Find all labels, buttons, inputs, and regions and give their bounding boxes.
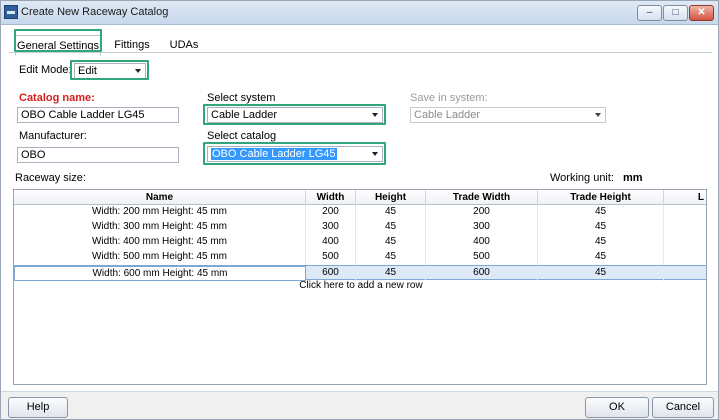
raceway-size-label: Raceway size: — [15, 172, 86, 184]
table-cell[interactable]: 200 — [306, 205, 356, 220]
table-cell[interactable]: 300 — [306, 220, 356, 235]
edit-mode-label: Edit Mode: — [19, 64, 72, 76]
cancel-button[interactable]: Cancel — [652, 397, 714, 418]
table-cell[interactable]: Width: 300 mm Height: 45 mm — [14, 220, 306, 235]
table-cell[interactable]: Width: 500 mm Height: 45 mm — [14, 250, 306, 265]
column-header-truncated[interactable]: L — [664, 190, 706, 205]
manufacturer-field[interactable]: OBO — [17, 147, 179, 163]
table-cell[interactable]: 300 — [426, 220, 538, 235]
table-cell[interactable]: 45 — [356, 250, 426, 265]
table-cell[interactable]: 600 — [426, 266, 538, 281]
edit-mode-highlight — [70, 60, 149, 80]
table-cell[interactable]: 45 — [356, 266, 426, 281]
window-title: Create New Raceway Catalog — [21, 6, 169, 18]
select-system-label: Select system — [207, 92, 276, 104]
table-cell[interactable]: 45 — [356, 235, 426, 250]
minimize-button[interactable]: – — [637, 5, 662, 21]
table-cell[interactable]: 400 — [306, 235, 356, 250]
grid-header: Name Width Height Trade Width Trade Heig… — [14, 190, 706, 205]
catalog-name-field[interactable]: OBO Cable Ladder LG45 — [17, 107, 179, 123]
add-new-row-link[interactable]: Click here to add a new row — [14, 280, 706, 291]
column-header-trade-width[interactable]: Trade Width — [426, 190, 538, 205]
tab-divider — [9, 52, 712, 53]
ok-button[interactable]: OK — [585, 397, 649, 418]
close-button[interactable]: ✕ — [689, 5, 714, 21]
column-header-width[interactable]: Width — [306, 190, 356, 205]
working-unit-label: Working unit: — [550, 172, 614, 184]
table-cell[interactable]: 45 — [538, 205, 664, 220]
table-cell[interactable]: 45 — [538, 250, 664, 265]
table-cell[interactable]: 45 — [538, 220, 664, 235]
dialog-footer: Help OK Cancel — [1, 391, 718, 419]
table-cell[interactable]: 200 — [426, 205, 538, 220]
catalog-name-label: Catalog name: — [19, 92, 95, 104]
manufacturer-label: Manufacturer: — [19, 130, 87, 142]
save-in-system-dropdown: Cable Ladder — [410, 107, 606, 123]
save-in-system-value: Cable Ladder — [414, 109, 481, 121]
save-in-system-label: Save in system: — [410, 92, 488, 104]
table-cell[interactable]: Width: 600 mm Height: 45 mm — [14, 266, 306, 281]
table-cell[interactable]: Width: 200 mm Height: 45 mm — [14, 205, 306, 220]
table-cell[interactable]: 45 — [356, 220, 426, 235]
column-header-height[interactable]: Height — [356, 190, 426, 205]
column-header-name[interactable]: Name — [14, 190, 306, 205]
select-catalog-label: Select catalog — [207, 130, 277, 142]
table-cell[interactable]: 500 — [306, 250, 356, 265]
table-cell[interactable]: 500 — [426, 250, 538, 265]
column-header-trade-height[interactable]: Trade Height — [538, 190, 664, 205]
dialog-window: Create New Raceway Catalog – □ ✕ General… — [0, 0, 719, 420]
table-row[interactable]: Width: 200 mm Height: 45 mm 200 45 200 45 — [14, 205, 706, 220]
table-row[interactable]: Width: 600 mm Height: 45 mm 600 45 600 45 — [14, 265, 706, 281]
help-button[interactable]: Help — [8, 397, 68, 418]
raceway-size-grid[interactable]: Name Width Height Trade Width Trade Heig… — [13, 189, 707, 385]
title-bar[interactable]: Create New Raceway Catalog – □ ✕ — [1, 1, 718, 25]
table-row[interactable]: Width: 500 mm Height: 45 mm 500 45 500 45 — [14, 250, 706, 265]
table-cell[interactable]: 45 — [538, 235, 664, 250]
working-unit-value: mm — [623, 172, 643, 184]
table-cell[interactable]: 400 — [426, 235, 538, 250]
table-cell[interactable]: Width: 400 mm Height: 45 mm — [14, 235, 306, 250]
table-row[interactable]: Width: 300 mm Height: 45 mm 300 45 300 45 — [14, 220, 706, 235]
app-icon — [4, 5, 18, 19]
table-cell[interactable]: 45 — [538, 266, 664, 281]
table-cell[interactable]: 600 — [306, 266, 356, 281]
dropdown-arrow-icon — [595, 113, 601, 117]
table-row[interactable]: Width: 400 mm Height: 45 mm 400 45 400 45 — [14, 235, 706, 250]
maximize-button[interactable]: □ — [663, 5, 688, 21]
table-cell[interactable]: 45 — [356, 205, 426, 220]
select-catalog-highlight — [203, 142, 386, 165]
tab-highlight-frame — [14, 29, 102, 52]
select-system-highlight — [203, 104, 386, 125]
